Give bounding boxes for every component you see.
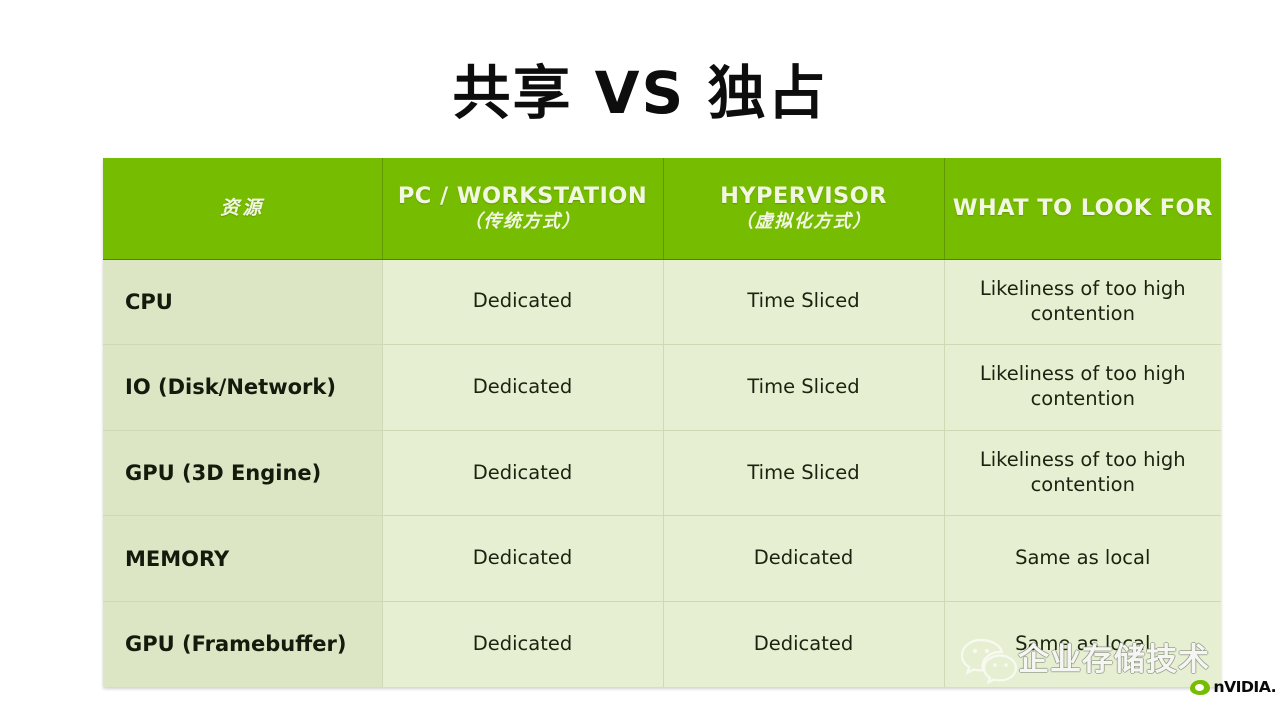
column-header-what-to-look-for-label: WHAT TO LOOK FOR [952, 194, 1213, 221]
cell-what: Likeliness of too high contention [944, 259, 1221, 346]
cell-resource: GPU (3D Engine) [103, 430, 383, 517]
nvidia-eye-icon [1190, 680, 1210, 696]
cell-pc: Dedicated [382, 344, 664, 431]
cell-resource: IO (Disk/Network) [103, 344, 383, 431]
cell-what: Likeliness of too high contention [944, 430, 1221, 517]
column-header-pc-workstation-label: PC / WORKSTATION [397, 182, 648, 209]
cell-what: Same as local [944, 601, 1221, 687]
cell-resource: CPU [103, 259, 383, 346]
table-header: 资源 PC / WORKSTATION （传统方式） HYPERVISOR （虚… [103, 158, 1221, 260]
cell-hypervisor: Time Sliced [663, 344, 945, 431]
table-row: MEMORY Dedicated Dedicated Same as local [103, 515, 1221, 602]
column-header-what-to-look-for: WHAT TO LOOK FOR [944, 158, 1221, 260]
nvidia-logo: nVIDIA. [1190, 678, 1277, 696]
slide-canvas: 共享 VS 独占 资源 PC / WORKSTATION （传统方式） HYPE… [0, 0, 1280, 720]
table-row: GPU (Framebuffer) Dedicated Dedicated Sa… [103, 601, 1221, 687]
cell-pc: Dedicated [382, 259, 664, 346]
cell-hypervisor: Time Sliced [663, 430, 945, 517]
cell-resource: GPU (Framebuffer) [103, 601, 383, 687]
cell-pc: Dedicated [382, 601, 664, 687]
cell-what: Likeliness of too high contention [944, 344, 1221, 431]
cell-resource: MEMORY [103, 515, 383, 602]
comparison-table-container: 资源 PC / WORKSTATION （传统方式） HYPERVISOR （虚… [103, 158, 1221, 687]
table-header-row: 资源 PC / WORKSTATION （传统方式） HYPERVISOR （虚… [103, 158, 1221, 260]
column-header-pc-workstation: PC / WORKSTATION （传统方式） [382, 158, 664, 260]
cell-hypervisor: Dedicated [663, 601, 945, 687]
nvidia-wordmark: nVIDIA. [1213, 678, 1277, 696]
cell-pc: Dedicated [382, 515, 664, 602]
cell-hypervisor: Time Sliced [663, 259, 945, 346]
column-header-hypervisor: HYPERVISOR （虚拟化方式） [663, 158, 945, 260]
comparison-table: 资源 PC / WORKSTATION （传统方式） HYPERVISOR （虚… [103, 158, 1221, 687]
column-header-hypervisor-sublabel: （虚拟化方式） [735, 211, 872, 233]
cell-what: Same as local [944, 515, 1221, 602]
cell-hypervisor: Dedicated [663, 515, 945, 602]
table-row: GPU (3D Engine) Dedicated Time Sliced Li… [103, 430, 1221, 517]
column-header-resource-label: 资源 [220, 196, 265, 219]
column-header-hypervisor-label: HYPERVISOR [720, 182, 887, 209]
column-header-pc-workstation-sublabel: （传统方式） [464, 211, 581, 233]
page-title: 共享 VS 独占 [452, 59, 828, 127]
column-header-resource: 资源 [103, 158, 383, 260]
cell-pc: Dedicated [382, 430, 664, 517]
table-body: CPU Dedicated Time Sliced Likeliness of … [103, 259, 1221, 687]
table-row: CPU Dedicated Time Sliced Likeliness of … [103, 259, 1221, 346]
table-row: IO (Disk/Network) Dedicated Time Sliced … [103, 344, 1221, 431]
